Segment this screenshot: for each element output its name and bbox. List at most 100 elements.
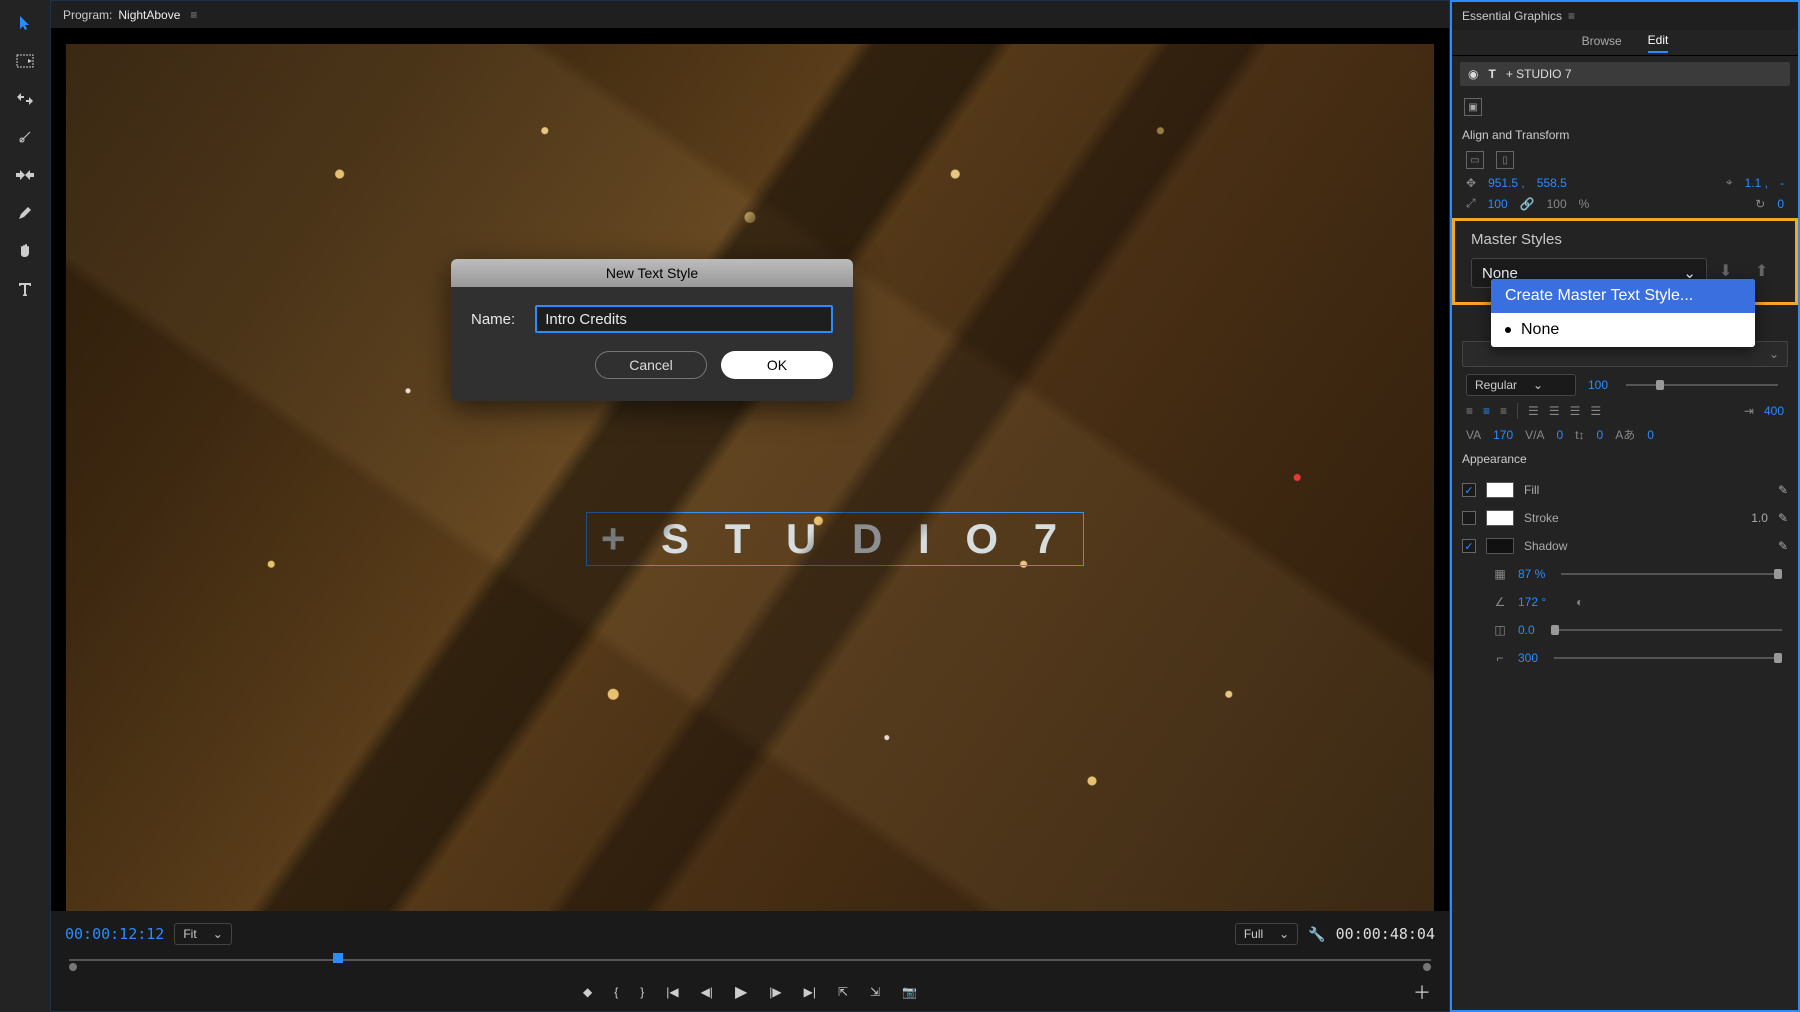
resolution-select[interactable]: Full⌄ xyxy=(1235,923,1298,945)
rotation-value[interactable]: 0 xyxy=(1777,197,1784,211)
push-up-icon[interactable]: ⬆ xyxy=(1755,261,1779,285)
shadow-opacity[interactable]: 87 % xyxy=(1518,567,1545,581)
text-layer-overlay[interactable]: + S T U D I O 7 xyxy=(586,512,1084,566)
scale-value[interactable]: 100 xyxy=(1488,197,1508,211)
align-center-icon[interactable]: ≡ xyxy=(1483,404,1490,418)
tracking-val[interactable]: 170 xyxy=(1493,428,1513,442)
eyedropper-icon[interactable]: ✎ xyxy=(1778,539,1788,553)
anchor-y[interactable]: - xyxy=(1780,176,1784,190)
essential-graphics-panel: Essential Graphics ≡ Browse Edit ◉ T + S… xyxy=(1450,0,1800,1012)
add-button-icon[interactable]: ＋ xyxy=(1413,979,1431,1005)
blur-icon: ⌐ xyxy=(1492,651,1508,665)
position-icon: ✥ xyxy=(1466,176,1476,190)
style-name-input[interactable] xyxy=(535,305,833,333)
fill-label: Fill xyxy=(1524,483,1539,497)
align-mid-icon[interactable]: ☰ xyxy=(1549,404,1560,418)
selection-tool-icon[interactable] xyxy=(14,12,36,34)
align-left-icon[interactable]: ≡ xyxy=(1466,404,1473,418)
font-size-slider[interactable] xyxy=(1626,384,1778,386)
opacity-slider[interactable] xyxy=(1561,573,1782,575)
playhead-icon[interactable] xyxy=(333,953,343,963)
cancel-button[interactable]: Cancel xyxy=(595,351,707,379)
baseline-val[interactable]: 0 xyxy=(1597,428,1604,442)
hand-tool-icon[interactable] xyxy=(14,240,36,262)
razor-tool-icon[interactable] xyxy=(14,126,36,148)
shadow-checkbox[interactable]: ✓ xyxy=(1462,539,1476,553)
fill-swatch[interactable] xyxy=(1486,482,1514,498)
layer-item[interactable]: ◉ T + STUDIO 7 xyxy=(1460,62,1790,86)
shadow-swatch[interactable] xyxy=(1486,538,1514,554)
menu-create-master-style[interactable]: Create Master Text Style... xyxy=(1491,279,1755,313)
angle-dial-icon[interactable]: ◐ xyxy=(1576,595,1583,609)
anchor-icon: ⌖ xyxy=(1726,175,1733,190)
shadow-distance[interactable]: 0.0 xyxy=(1518,623,1535,637)
position-x[interactable]: 951.5 , xyxy=(1488,176,1525,190)
extract-icon[interactable]: ⇲ xyxy=(870,985,880,999)
blur-slider[interactable] xyxy=(1554,657,1782,659)
eyedropper-icon[interactable]: ✎ xyxy=(1778,511,1788,525)
angle-icon: ∠ xyxy=(1492,595,1508,609)
distance-slider[interactable] xyxy=(1551,629,1782,631)
indent-value[interactable]: 400 xyxy=(1764,404,1784,418)
kerning-val[interactable]: 0 xyxy=(1557,428,1564,442)
out-point-icon[interactable]: } xyxy=(640,985,644,999)
position-y[interactable]: 558.5 xyxy=(1537,176,1567,190)
appearance-label: Appearance xyxy=(1452,446,1798,472)
go-to-in-icon[interactable]: |◀ xyxy=(666,985,678,999)
program-viewport[interactable]: + S T U D I O 7 New Text Style Name: Can… xyxy=(51,29,1449,911)
responsive-pin-icon[interactable]: ▣ xyxy=(1464,98,1482,116)
stroke-value[interactable]: 1.0 xyxy=(1751,511,1768,525)
visibility-icon[interactable]: ◉ xyxy=(1468,67,1478,81)
rotation-icon: ↻ xyxy=(1755,197,1765,211)
align-vc-icon[interactable]: ▯ xyxy=(1496,151,1514,169)
pen-tool-icon[interactable] xyxy=(14,202,36,224)
name-label: Name: xyxy=(471,311,515,328)
menu-none[interactable]: None xyxy=(1491,313,1755,347)
ripple-edit-icon[interactable] xyxy=(14,88,36,110)
current-timecode[interactable]: 00:00:12:12 xyxy=(65,925,164,943)
stroke-checkbox[interactable] xyxy=(1462,511,1476,525)
font-weight-select[interactable]: Regular⌄ xyxy=(1466,374,1576,396)
panel-menu-icon[interactable]: ≡ xyxy=(190,8,197,22)
scale-linked: 100 xyxy=(1547,197,1567,211)
go-to-out-icon[interactable]: ▶| xyxy=(804,985,816,999)
shadow-blur[interactable]: 300 xyxy=(1518,651,1538,665)
lift-icon[interactable]: ⇱ xyxy=(838,985,848,999)
marker-icon[interactable]: ◆ xyxy=(583,985,592,999)
step-fwd-icon[interactable]: |▶ xyxy=(769,985,781,999)
dialog-title: New Text Style xyxy=(451,259,853,287)
align-hc-icon[interactable]: ▭ xyxy=(1466,151,1484,169)
slip-tool-icon[interactable] xyxy=(14,164,36,186)
zoom-select[interactable]: Fit⌄ xyxy=(174,923,231,945)
align-bot-icon[interactable]: ☰ xyxy=(1570,404,1581,418)
align-justify-icon[interactable]: ☰ xyxy=(1590,404,1601,418)
indent-icon[interactable]: ⇥ xyxy=(1744,404,1754,418)
track-select-icon[interactable] xyxy=(14,50,36,72)
play-icon[interactable]: ▶ xyxy=(735,982,747,1002)
eyedropper-icon[interactable]: ✎ xyxy=(1778,483,1788,497)
link-scale-icon[interactable]: 🔗 xyxy=(1520,197,1535,211)
export-frame-icon[interactable]: 📷 xyxy=(902,985,917,999)
font-size[interactable]: 100 xyxy=(1588,378,1608,392)
tsume-icon: Aあ xyxy=(1615,426,1635,443)
program-title: NightAbove xyxy=(118,8,180,22)
panel-menu-icon[interactable]: ≡ xyxy=(1568,9,1575,23)
align-top-icon[interactable]: ☰ xyxy=(1528,404,1539,418)
tsume-val[interactable]: 0 xyxy=(1647,428,1654,442)
step-back-icon[interactable]: ◀| xyxy=(701,985,713,999)
new-text-style-dialog: New Text Style Name: Cancel OK xyxy=(451,259,853,401)
tab-edit[interactable]: Edit xyxy=(1648,33,1669,53)
type-tool-icon[interactable] xyxy=(14,278,36,300)
settings-icon[interactable]: 🔧 xyxy=(1308,926,1325,943)
scrub-bar[interactable] xyxy=(65,951,1435,971)
ok-button[interactable]: OK xyxy=(721,351,833,379)
tab-browse[interactable]: Browse xyxy=(1582,34,1622,52)
eg-header: Essential Graphics ≡ xyxy=(1452,2,1798,30)
fill-checkbox[interactable]: ✓ xyxy=(1462,483,1476,497)
in-point-icon[interactable]: { xyxy=(614,985,618,999)
stroke-swatch[interactable] xyxy=(1486,510,1514,526)
program-header: Program: NightAbove ≡ xyxy=(51,1,1449,29)
anchor-x[interactable]: 1.1 , xyxy=(1745,176,1768,190)
shadow-angle[interactable]: 172 ° xyxy=(1518,595,1546,609)
align-right-icon[interactable]: ≡ xyxy=(1500,404,1507,418)
